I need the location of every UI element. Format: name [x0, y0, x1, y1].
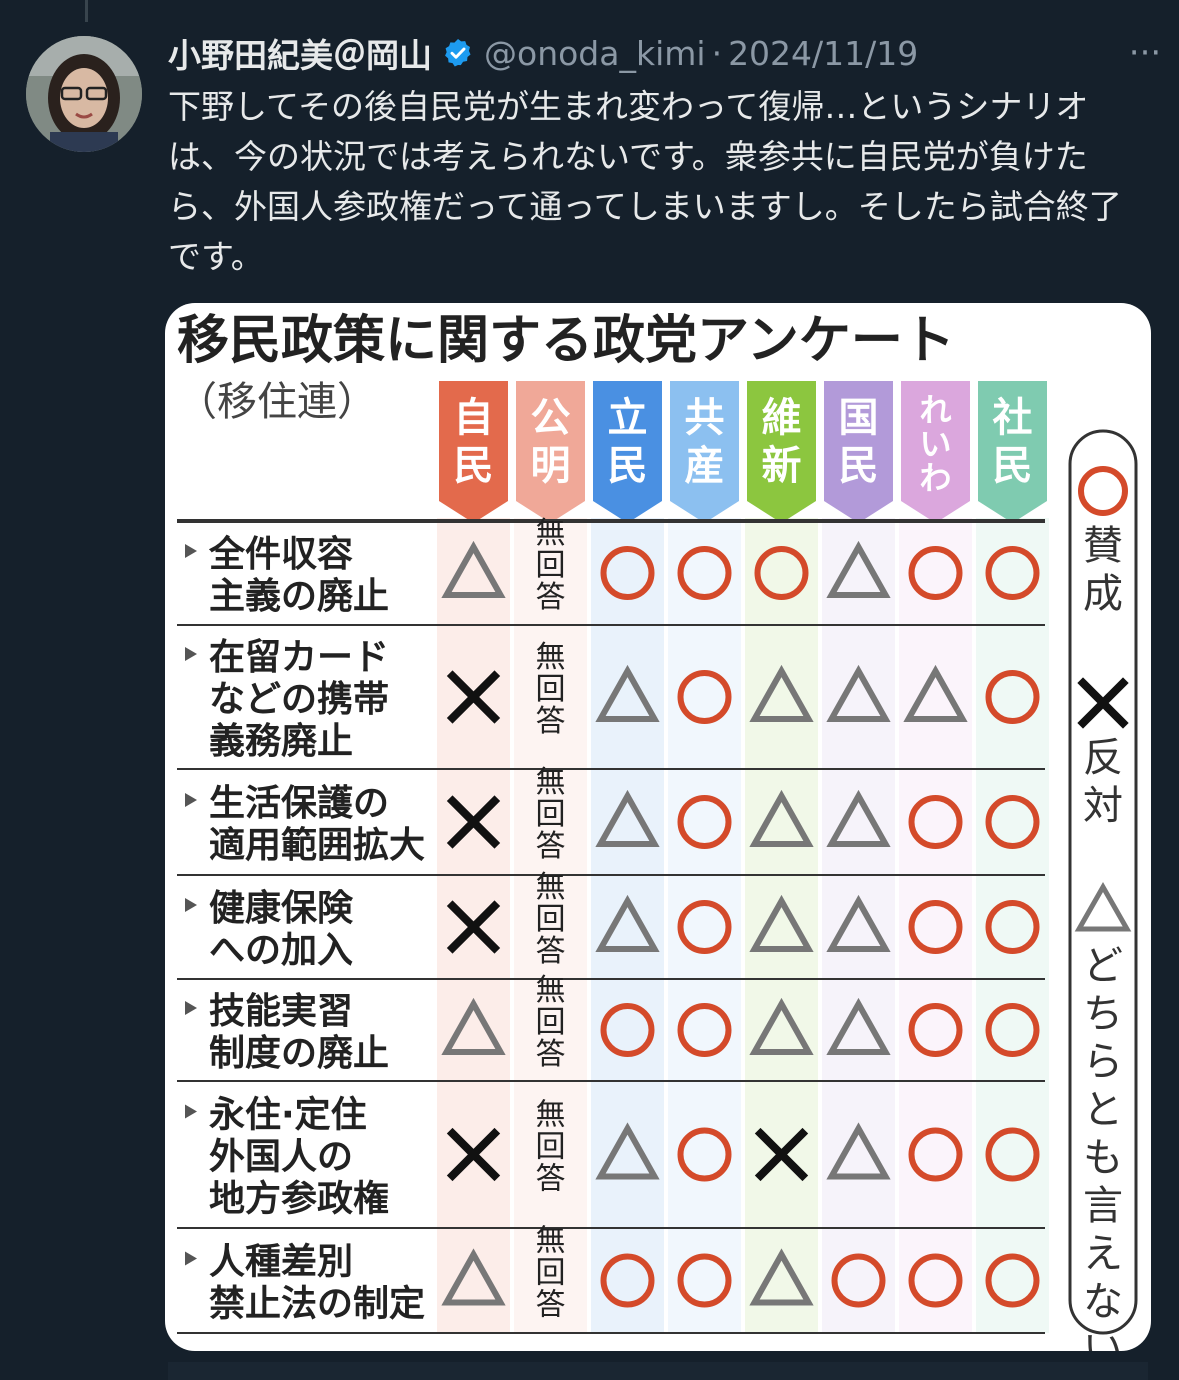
- legend-label: え: [1083, 1231, 1123, 1277]
- party-name-5: 維: [762, 395, 802, 441]
- answer-no-response: 回: [536, 1130, 566, 1165]
- party-column-3: [591, 518, 664, 1333]
- answer-no-response: 無: [536, 516, 566, 551]
- legend-label: ち: [1083, 991, 1123, 1037]
- row-label: 人種差別: [209, 1242, 353, 1283]
- legend-label: ら: [1083, 1039, 1123, 1085]
- verified-badge-icon: [445, 39, 471, 67]
- party-name-6: 国: [839, 395, 879, 441]
- legend-label: な: [1083, 1279, 1123, 1325]
- answer-no-response: 回: [536, 902, 566, 937]
- legend-label: と: [1083, 1087, 1123, 1133]
- tweet-header: 小野田紀美＠岡山 @onoda_kimi · 2024/11/19: [168, 28, 918, 78]
- party-name-3: 立: [608, 395, 648, 441]
- separator-dot: ·: [711, 33, 723, 73]
- row-bullet-icon: [185, 1251, 197, 1266]
- row-label: 制度の廃止: [209, 1033, 389, 1074]
- answer-no-response: 回: [536, 672, 566, 707]
- answer-no-response: 答: [536, 1037, 566, 1072]
- row-bullet-icon: [185, 898, 197, 912]
- answer-no-response: 答: [536, 1288, 566, 1323]
- party-name-2: 公: [531, 395, 571, 441]
- row-label: 地方参政権: [209, 1179, 389, 1220]
- display-name[interactable]: 小野田紀美＠岡山: [168, 29, 432, 77]
- survey-table: 移民政策に関する政党アンケート （移住連） 自民公明立民共産維新国民れいわ社民全…: [177, 311, 1138, 1351]
- party-column-6: [822, 518, 895, 1333]
- legend-yes-icon: [1078, 466, 1128, 516]
- row-bullet-icon: [185, 544, 197, 558]
- thread-line: [85, 0, 88, 22]
- answer-no-response: 無: [536, 870, 566, 905]
- party-column-5: [745, 518, 818, 1333]
- answer-no-response: 答: [536, 829, 566, 864]
- party-name-1: 民: [454, 443, 494, 489]
- chart-subtitle: （移住連）: [177, 379, 377, 425]
- answer-no-response: 無: [536, 973, 566, 1008]
- legend-label: ど: [1083, 943, 1123, 989]
- legend-label: い: [1083, 1327, 1123, 1351]
- row-label: 生活保護の: [209, 783, 389, 824]
- party-name-2: 明: [531, 443, 571, 489]
- answer-no-response: 無: [536, 765, 566, 800]
- legend-label: 成: [1083, 571, 1123, 617]
- answer-no-response: 答: [536, 1162, 566, 1197]
- row-label: 禁止法の制定: [209, 1284, 425, 1325]
- row-label: 在留カード: [209, 637, 389, 678]
- answer-no-response: 答: [536, 704, 566, 739]
- row-label: 適用範囲拡大: [209, 825, 425, 866]
- handle[interactable]: @onoda_kimi: [484, 34, 706, 73]
- legend-neutral-icon: [1074, 881, 1132, 932]
- row-label: などの携帯: [209, 679, 389, 720]
- party-name-7: れ: [919, 391, 951, 429]
- party-name-7: い: [919, 425, 951, 463]
- answer-no-response: 回: [536, 797, 566, 832]
- party-name-5: 新: [762, 443, 802, 489]
- row-label: 永住·定住: [209, 1095, 367, 1136]
- post-date[interactable]: 2024/11/19: [728, 34, 918, 73]
- answer-no-response: 無: [536, 1098, 566, 1133]
- party-name-8: 民: [993, 443, 1033, 489]
- card-bottom-edge: [168, 1362, 1148, 1380]
- row-label: 全件収容: [208, 533, 353, 575]
- avatar[interactable]: [26, 36, 142, 152]
- tweet-text: 下野してその後自民党が生まれ変わって復帰…というシナリオは、今の状況では考えられ…: [168, 87, 1122, 276]
- party-name-1: 自: [454, 395, 494, 441]
- answer-no-response: 答: [536, 580, 566, 615]
- row-bullet-icon: [185, 1001, 197, 1015]
- legend-label: 対: [1083, 783, 1123, 829]
- row-label: 技能実習: [209, 991, 353, 1032]
- party-name-3: 民: [608, 443, 648, 489]
- legend-no-icon: [1077, 677, 1129, 729]
- party-name-4: 産: [685, 443, 725, 489]
- legend-label: 言: [1083, 1183, 1123, 1229]
- legend-label: も: [1083, 1135, 1123, 1181]
- row-label: 主義の廃止: [209, 576, 389, 617]
- more-options-icon[interactable]: ···: [1120, 28, 1170, 78]
- row-bullet-icon: [185, 647, 197, 661]
- answer-no-response: 無: [536, 1224, 566, 1259]
- answer-no-response: 回: [536, 1005, 566, 1040]
- legend-label: 反: [1083, 735, 1123, 781]
- row-label: 健康保険: [209, 887, 354, 929]
- row-label: への加入: [209, 930, 353, 971]
- row-label: 義務廃止: [209, 721, 353, 762]
- legend-label: 賛: [1083, 523, 1123, 569]
- row-label: 外国人の: [209, 1137, 353, 1178]
- answer-no-response: 答: [536, 934, 566, 969]
- party-name-6: 民: [839, 443, 879, 489]
- answer-no-response: 回: [536, 548, 566, 583]
- party-name-8: 社: [993, 395, 1033, 441]
- party-name-7: わ: [919, 459, 951, 497]
- row-bullet-icon: [185, 793, 197, 807]
- survey-image-card[interactable]: 移民政策に関する政党アンケート （移住連） 自民公明立民共産維新国民れいわ社民全…: [165, 303, 1151, 1351]
- chart-title: 移民政策に関する政党アンケート: [177, 311, 955, 371]
- answer-no-response: 無: [536, 640, 566, 675]
- answer-no-response: 回: [536, 1256, 566, 1291]
- party-name-4: 共: [685, 395, 725, 441]
- avatar-image: [26, 36, 142, 152]
- row-bullet-icon: [185, 1104, 197, 1119]
